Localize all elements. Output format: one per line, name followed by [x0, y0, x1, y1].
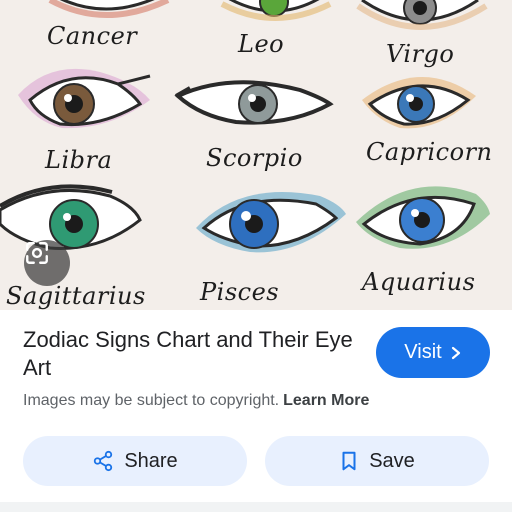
scorpio-eye-drawing — [174, 80, 334, 125]
leo-eye-drawing — [220, 0, 332, 21]
share-button-label: Share — [124, 449, 178, 472]
cancer-eye-drawing — [48, 0, 170, 18]
capricorn-eye-drawing — [362, 76, 476, 129]
share-button[interactable]: Share — [23, 436, 247, 486]
virgo-label: Virgo — [386, 40, 455, 68]
chevron-right-icon — [451, 346, 460, 359]
save-button[interactable]: Save — [265, 436, 489, 486]
pisces-eye-drawing — [196, 192, 346, 253]
virgo-eye-drawing — [356, 0, 488, 30]
pisces-label: Pisces — [200, 278, 280, 306]
capricorn-label: Capricorn — [366, 138, 493, 166]
google-lens-icon — [26, 242, 48, 264]
leo-label: Leo — [238, 30, 285, 58]
visit-button[interactable]: Visit — [376, 327, 490, 378]
visit-button-label: Visit — [404, 341, 442, 363]
google-lens-button[interactable] — [24, 240, 70, 286]
sagittarius-eye-drawing — [0, 184, 142, 250]
libra-label: Libra — [45, 146, 113, 174]
cancer-label: Cancer — [47, 22, 138, 50]
aquarius-eye-drawing — [356, 186, 490, 249]
share-icon — [94, 450, 113, 472]
result-title[interactable]: Zodiac Signs Chart and Their Eye Art — [23, 326, 353, 382]
libra-eye-drawing — [18, 68, 151, 129]
learn-more-link[interactable]: Learn More — [283, 392, 369, 409]
zodiac-eye-artwork[interactable]: Cancer Leo Virgo Libra Scorpio Capricorn… — [0, 0, 512, 310]
copyright-text: Images may be subject to copyright. — [23, 392, 280, 409]
aquarius-label: Aquarius — [362, 268, 476, 296]
sagittarius-label: Sagittarius — [6, 282, 146, 310]
bookmark-icon — [342, 451, 356, 471]
scorpio-label: Scorpio — [206, 144, 303, 172]
save-button-label: Save — [369, 449, 415, 472]
copyright-notice: Images may be subject to copyright. Learn… — [23, 392, 369, 410]
bottom-divider — [0, 502, 512, 512]
